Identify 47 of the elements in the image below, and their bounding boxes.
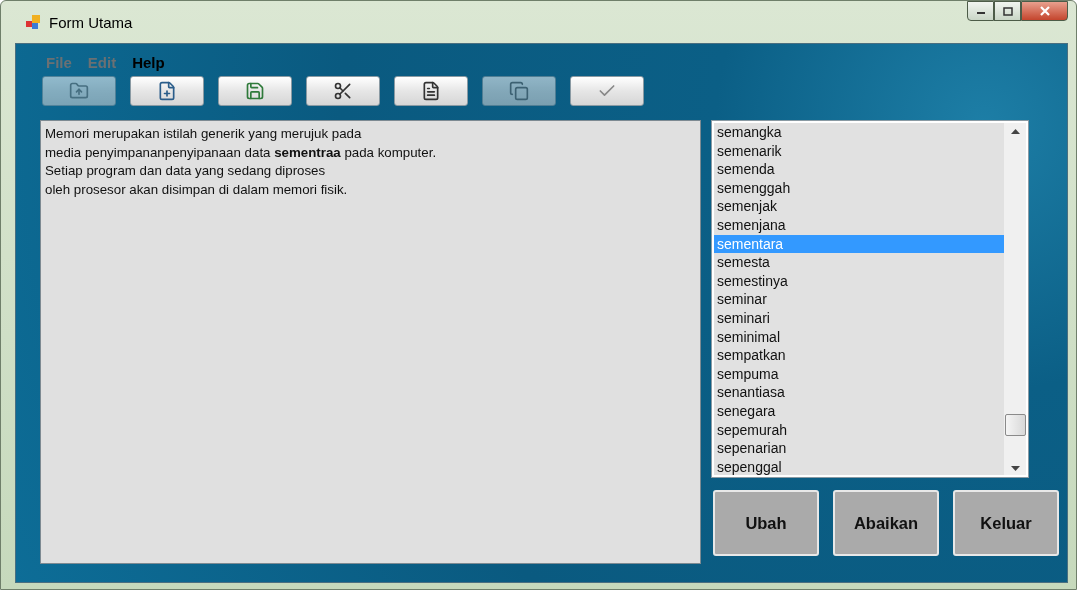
window-title: Form Utama (49, 13, 133, 31)
list-item[interactable]: semenggah (714, 178, 1004, 198)
list-item[interactable]: semenjana (714, 215, 1004, 235)
list-item[interactable]: seminimal (714, 327, 1004, 347)
text-line: Memori merupakan istilah generik yang merujuk pada (45, 125, 363, 143)
close-button[interactable] (1021, 1, 1068, 21)
list-item[interactable]: semenda (714, 160, 1004, 179)
copies-icon (509, 81, 529, 101)
suggestion-list[interactable]: semangka semenarik semenda semenggah semenjak semenjana sementara semesta semestinya seminar seminari seminimal sempatkan sempuma senantiasa senegara sepemurah sepenarian sepenggal (711, 120, 1029, 478)
action-button[interactable]: Keluar (953, 490, 1059, 556)
minimize-button[interactable] (967, 1, 994, 21)
maximize-button[interactable] (994, 1, 1021, 21)
text-line: Setiap program dan data yang sedang diproses (45, 162, 327, 180)
list-item[interactable]: senantiasa (714, 383, 1004, 402)
list-item[interactable]: semesta (714, 253, 1004, 272)
toolbar-button[interactable] (130, 76, 204, 106)
close-icon (1038, 6, 1051, 16)
list-item[interactable]: semenjak (714, 197, 1004, 216)
text-line: oleh prosesor akan disimpan di dalam memori fisik. (45, 180, 349, 199)
list-item[interactable]: sepemurah (714, 420, 1004, 440)
list-item[interactable]: semangka (714, 123, 1004, 142)
list-item[interactable]: sepenarian (714, 439, 1004, 458)
list-item[interactable]: seminari (714, 308, 1004, 328)
scroll-up-icon (1010, 129, 1020, 134)
list-item[interactable]: sempuma (714, 364, 1004, 384)
scissors-icon (333, 81, 353, 101)
new-file-icon (157, 81, 177, 101)
save-icon (245, 81, 265, 101)
document-icon (421, 81, 441, 101)
toolbar-button[interactable] (394, 76, 468, 106)
list-item[interactable]: seminar (714, 290, 1004, 309)
maximize-icon (1002, 6, 1013, 16)
app-icon (25, 14, 41, 30)
action-button[interactable]: Abaikan (833, 490, 939, 556)
action-button[interactable]: Ubah (713, 490, 819, 556)
list-item[interactable]: sempatkan (714, 346, 1004, 365)
scrollbar[interactable] (1004, 123, 1026, 475)
list-item[interactable]: senegara (714, 401, 1004, 421)
list-item[interactable]: semenarik (714, 141, 1004, 161)
text-line: media penyimpananpenyipanaan data sementraa pada komputer. (45, 143, 438, 162)
text-editor[interactable] (40, 120, 701, 564)
scroll-down-icon (1010, 466, 1020, 471)
list-item[interactable]: semestinya (714, 271, 1004, 291)
folder-icon (69, 81, 89, 101)
list-item[interactable]: sepenggal (714, 457, 1004, 477)
scroll-thumb[interactable] (1004, 414, 1026, 436)
toolbar-button[interactable] (306, 76, 380, 106)
